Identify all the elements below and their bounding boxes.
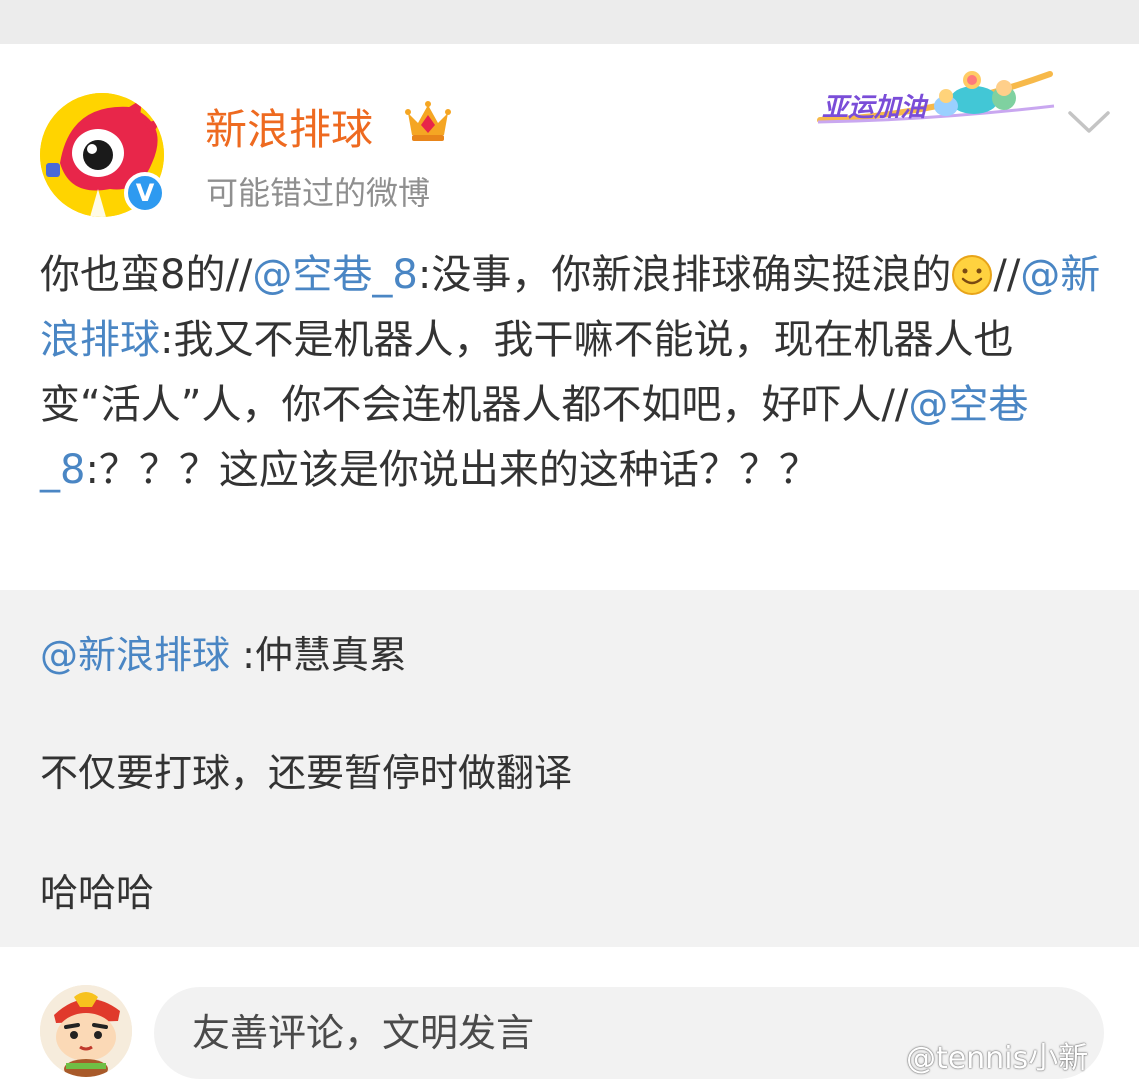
author-name[interactable]: 新浪排球 xyxy=(205,96,373,157)
post-source-subtitle: 可能错过的微博 xyxy=(206,174,431,212)
crayon-shin-chan-avatar-icon xyxy=(40,985,132,1077)
asian-games-badge-label: 亚运加油 xyxy=(822,93,927,123)
repost-line-1: @新浪排球 :仲慧真累 xyxy=(40,624,407,679)
repost-box[interactable]: @新浪排球 :仲慧真累 不仅要打球，还要暂停时做翻译 哈哈哈 xyxy=(0,590,1139,947)
repost-mention-link[interactable]: @新浪排球 xyxy=(40,633,230,677)
top-separator xyxy=(0,0,1139,44)
crown-icon xyxy=(405,101,451,141)
weibo-watermark: @tennis小新 xyxy=(906,1041,1089,1076)
smile-emoji-icon xyxy=(952,255,993,295)
post-text-segment: :？？？这应该是你说出来的这种话？？？ xyxy=(85,447,819,493)
mention-link[interactable]: @空巷_8 xyxy=(252,252,417,298)
chevron-down-icon[interactable] xyxy=(1066,107,1112,137)
repost-line-3: 哈哈哈 xyxy=(40,871,155,915)
repost-line-2: 不仅要打球，还要暂停时做翻译 xyxy=(40,751,573,795)
post-body: 你也蛮8的//@空巷_8:没事，你新浪排球确实挺浪的//@新浪排球:我又不是机器… xyxy=(40,243,1110,503)
repost-text-1: :仲慧真累 xyxy=(230,633,407,677)
user-avatar[interactable] xyxy=(40,985,132,1077)
verified-badge-icon: V xyxy=(124,172,166,214)
post-text-segment: :我又不是机器人，我干嘛不能说，现在机器人也变“活人”人，你不会连机器人都不如吧… xyxy=(40,317,1014,428)
post-text-segment: 你也蛮8的// xyxy=(40,252,253,298)
post-text-segment: :没事，你新浪排球确实挺浪的 xyxy=(417,252,952,298)
post-text-segment: // xyxy=(993,252,1021,298)
